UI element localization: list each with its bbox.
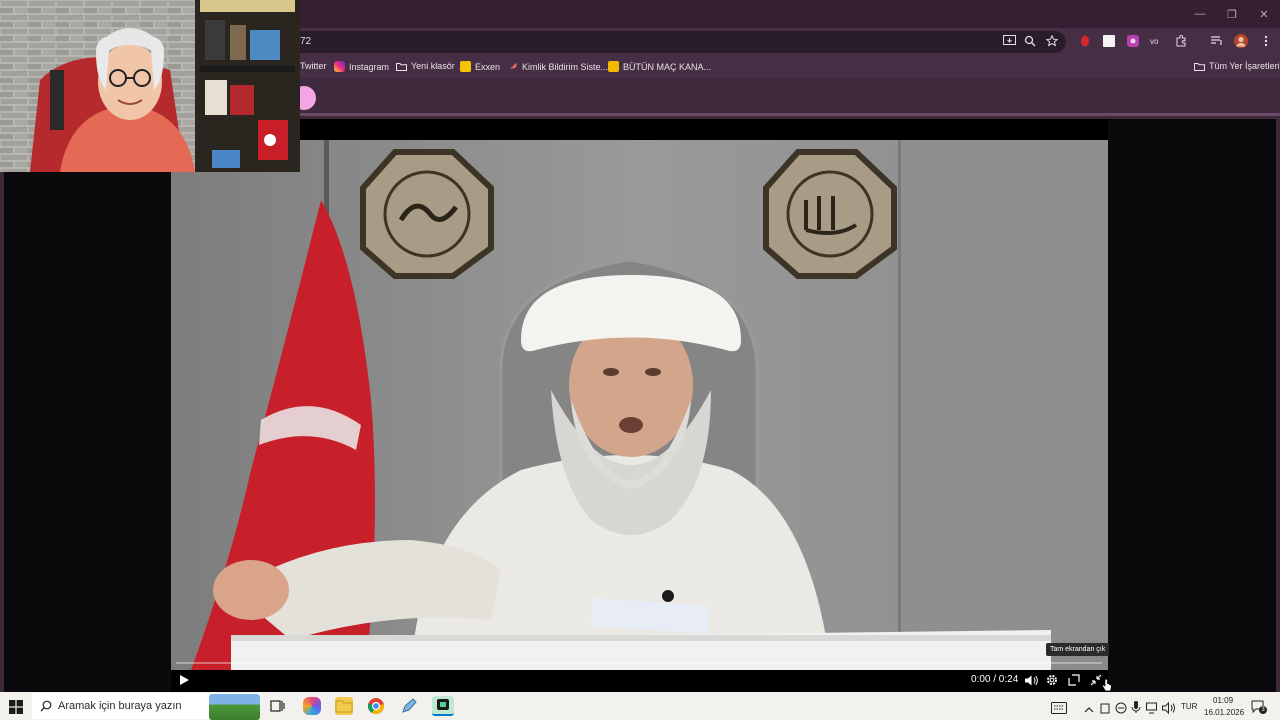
- all-bookmarks-label: Tüm Yer İşaretleri: [1209, 61, 1280, 71]
- mouse-cursor: [1102, 678, 1112, 692]
- task-view-button[interactable]: [268, 697, 286, 715]
- file-explorer-button[interactable]: [335, 697, 353, 715]
- jp-icon: [608, 61, 619, 72]
- bookmark-yeni-klasor[interactable]: Yeni klasör: [396, 61, 455, 71]
- exit-fullscreen-button[interactable]: [1090, 674, 1102, 686]
- gear-icon: [1047, 675, 1057, 685]
- keyboard-icon[interactable]: [1051, 701, 1067, 714]
- language-indicator[interactable]: TUR: [1181, 702, 1197, 711]
- play-button[interactable]: [178, 674, 190, 686]
- search-placeholder: Aramak için buraya yazın: [58, 700, 182, 712]
- extensions-puzzle-icon[interactable]: [1173, 33, 1189, 49]
- feather-icon: [508, 63, 517, 71]
- video-top-bar: [300, 119, 1108, 140]
- microphone-icon[interactable]: [1131, 700, 1141, 714]
- bookmark-exxen[interactable]: Exxen: [460, 61, 500, 72]
- webcam-feed: [0, 0, 300, 172]
- tray-chevron-icon[interactable]: [1084, 702, 1094, 713]
- calligraphy-plaque-left: [360, 149, 494, 279]
- bookmark-label: Kimlik Bildirim Siste...: [522, 61, 609, 72]
- clock-time[interactable]: 01:09: [1213, 696, 1233, 705]
- play-icon: [179, 675, 189, 685]
- svg-text:vo: vo: [1150, 37, 1159, 46]
- speaker-icon[interactable]: [1162, 701, 1176, 715]
- restore-button[interactable]: ❐: [1216, 0, 1248, 28]
- exxen-icon: [460, 61, 471, 72]
- bookmark-label: Exxen: [475, 61, 501, 72]
- bookmark-label: Twitter: [300, 61, 327, 71]
- bookmark-star-icon[interactable]: [1044, 33, 1060, 49]
- window-controls: — ❐ ✕: [1184, 0, 1280, 28]
- video-controls: [171, 670, 1108, 692]
- instagram-icon: [334, 61, 345, 72]
- bookmark-label: Instagram: [349, 61, 390, 72]
- clock-date[interactable]: 16.01.2026: [1204, 708, 1244, 717]
- profile-avatar[interactable]: [1233, 33, 1249, 49]
- webcam-overlay: [0, 0, 300, 172]
- volume-icon: [1025, 675, 1038, 685]
- tray-app-icon[interactable]: [1100, 701, 1110, 714]
- bookmark-twitter[interactable]: Twitter: [300, 61, 327, 71]
- copilot-button[interactable]: [303, 697, 321, 715]
- install-app-icon[interactable]: [1001, 33, 1017, 49]
- picture-in-picture-icon: [1068, 674, 1080, 686]
- streaming-app-button[interactable]: [432, 696, 454, 716]
- zoom-icon[interactable]: [1022, 33, 1038, 49]
- pen-icon: [402, 698, 417, 713]
- address-text: 72: [300, 36, 312, 47]
- volume-button[interactable]: [1025, 674, 1038, 686]
- video-player[interactable]: [171, 140, 1108, 670]
- start-button[interactable]: [9, 700, 23, 714]
- video-progress-bar[interactable]: [176, 662, 1102, 664]
- notification-badge: 3: [1259, 706, 1267, 714]
- fullscreen-tooltip: Tam ekrandan çık: [1046, 643, 1110, 656]
- extension-purple-icon[interactable]: [1125, 33, 1141, 49]
- exit-fullscreen-icon: [1090, 674, 1102, 686]
- pip-button[interactable]: [1068, 674, 1080, 686]
- address-bar[interactable]: [290, 31, 1066, 53]
- folder-icon: [1194, 62, 1205, 71]
- folder-icon: [396, 62, 407, 71]
- search-icon: [40, 700, 52, 712]
- extension-vo-icon[interactable]: vo: [1149, 33, 1165, 49]
- video-time: 0:00 / 0:24: [971, 674, 1019, 685]
- bookmark-butun-mac[interactable]: BÜTÜN MAÇ KANA...: [608, 61, 711, 72]
- chrome-button[interactable]: [367, 697, 385, 715]
- media-queue-icon[interactable]: [1209, 33, 1225, 49]
- extension-white-icon[interactable]: [1101, 33, 1117, 49]
- notification-center-button[interactable]: 3: [1251, 700, 1267, 714]
- extension-red-icon[interactable]: [1077, 33, 1093, 49]
- edit-app-button[interactable]: [400, 697, 418, 715]
- bookmark-label: Yeni klasör: [411, 61, 455, 71]
- bookmark-label: BÜTÜN MAÇ KANA...: [623, 61, 712, 72]
- display-icon[interactable]: [1146, 701, 1160, 714]
- minimize-button[interactable]: —: [1184, 0, 1216, 28]
- calligraphy-plaque-right: [763, 149, 897, 279]
- stream-app-icon: [437, 699, 449, 710]
- settings-button[interactable]: [1046, 674, 1058, 686]
- bookmark-instagram[interactable]: Instagram: [334, 61, 389, 72]
- network-status-icon[interactable]: [1115, 701, 1127, 714]
- menu-kebab-icon[interactable]: [1258, 33, 1274, 49]
- video-frame: [171, 140, 1108, 670]
- chrome-icon: [367, 698, 384, 715]
- task-view-icon: [270, 700, 285, 712]
- bookmark-kimlik-bildirim[interactable]: Kimlik Bildirim Siste...: [507, 61, 608, 72]
- windows-logo-icon: [9, 700, 23, 714]
- all-bookmarks[interactable]: Tüm Yer İşaretleri: [1194, 61, 1280, 71]
- hand-cursor-icon: [1102, 678, 1112, 692]
- search-highlight-image: [209, 694, 260, 720]
- folder-icon: [335, 700, 353, 713]
- close-button[interactable]: ✕: [1248, 0, 1280, 28]
